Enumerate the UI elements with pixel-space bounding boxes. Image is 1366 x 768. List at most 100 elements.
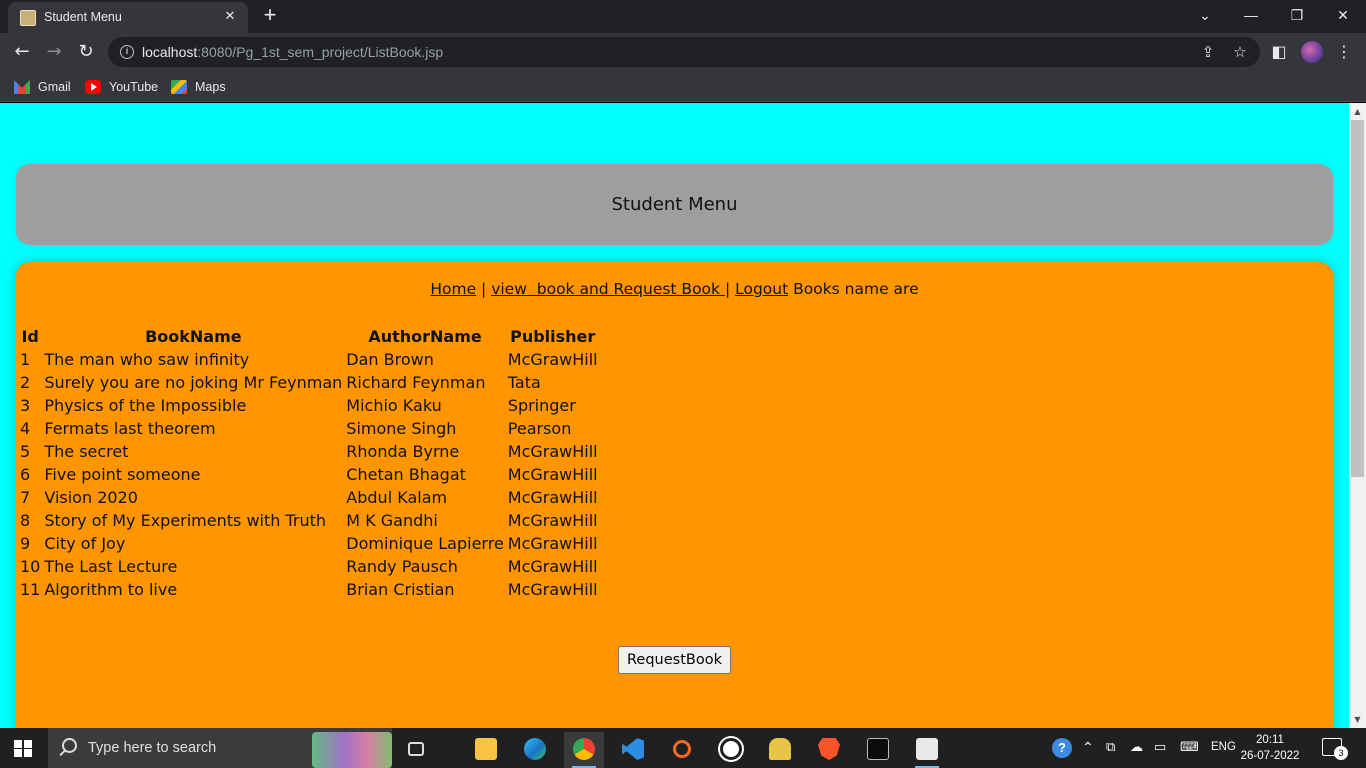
table-row: 5 The secret Rhonda Byrne McGrawHill <box>18 440 600 463</box>
java-icon[interactable] <box>907 732 947 768</box>
menu-icon[interactable]: ⋮ <box>1333 41 1355 63</box>
view-book-link[interactable]: view book and Request Book <box>491 280 725 298</box>
windows-taskbar: Type here to search ? ⌃ ⧉ ☁ ▭ ⌨ ENG 20:1… <box>0 728 1366 768</box>
logout-link[interactable]: Logout <box>735 280 788 298</box>
table-row: 4 Fermats last theorem Simone Singh Pearson <box>18 417 600 440</box>
maximize-button[interactable]: ❐ <box>1274 0 1320 33</box>
bookmark-star-icon[interactable]: ☆ <box>1229 41 1251 63</box>
nav-separator: | <box>476 280 492 298</box>
reload-icon[interactable]: ↻ <box>73 39 99 65</box>
cell-publisher: McGrawHill <box>507 488 598 507</box>
cell-id: 10 <box>20 557 41 576</box>
show-hidden-icons[interactable]: ⌃ <box>1082 739 1094 768</box>
table-row: 9 City of Joy Dominique Lapierre McGrawHill <box>18 532 600 555</box>
cell-id: 1 <box>20 350 31 369</box>
search-placeholder: Type here to search <box>88 740 217 756</box>
keyboard-icon[interactable]: ⌨ <box>1180 739 1199 768</box>
page-scrollbar[interactable]: ▲ ▼ <box>1349 103 1366 728</box>
whatsapp-icon[interactable] <box>711 732 751 768</box>
nav-links: Home | view book and Request Book | Logo… <box>16 280 1333 298</box>
cell-publisher: McGrawHill <box>507 534 598 553</box>
page-title: Student Menu <box>611 194 738 215</box>
table-row: 11 Algorithm to live Brian Cristian McGrawH… <box>18 578 600 601</box>
cell-id: 11 <box>20 580 41 599</box>
back-icon[interactable]: ← <box>9 39 35 65</box>
cell-authorname: Dominique Lapierre <box>346 534 504 553</box>
language-indicator[interactable]: ENG <box>1211 741 1236 753</box>
cell-authorname: Brian Cristian <box>346 580 455 599</box>
app-icon[interactable] <box>760 732 800 768</box>
browser-tab[interactable]: Student Menu ✕ <box>8 2 248 33</box>
cell-id: 6 <box>20 465 31 484</box>
address-bar[interactable]: i localhost:8080/Pg_1st_sem_project/List… <box>108 37 1260 67</box>
table-row: 3 Physics of the Impossible Michio Kaku Spr… <box>18 394 600 417</box>
profile-avatar[interactable] <box>1301 41 1323 63</box>
new-tab-button[interactable]: + <box>258 4 282 28</box>
scroll-down-icon[interactable]: ▼ <box>1349 711 1366 728</box>
youtube-icon <box>85 80 101 94</box>
table-row: 1 The man who saw infinity Dan Brown McGraw… <box>18 348 600 371</box>
cell-authorname: Chetan Bhagat <box>346 465 466 484</box>
brave-icon[interactable] <box>809 732 849 768</box>
cell-bookname: The Last Lecture <box>44 557 178 576</box>
home-link[interactable]: Home <box>430 280 476 298</box>
cell-bookname: The man who saw infinity <box>44 350 250 369</box>
cell-publisher: McGrawHill <box>507 557 598 576</box>
forward-icon[interactable]: → <box>41 39 67 65</box>
header-authorname: AuthorName <box>368 327 482 346</box>
onedrive-icon[interactable]: ☁ <box>1130 739 1143 768</box>
close-window-button[interactable]: ✕ <box>1320 0 1366 33</box>
taskbar-search[interactable]: Type here to search <box>48 728 392 768</box>
clock-date: 26-07-2022 <box>1240 750 1300 762</box>
cell-authorname: M K Gandhi <box>346 511 438 530</box>
notification-count: 3 <box>1334 746 1348 760</box>
request-book-button[interactable]: RequestBook <box>618 646 731 674</box>
eclipse-icon[interactable] <box>662 732 702 768</box>
cell-authorname: Michio Kaku <box>346 396 442 415</box>
search-highlight-image <box>312 732 392 768</box>
books-table: Id BookName AuthorName Publisher 1 The ma… <box>18 325 600 601</box>
cell-id: 8 <box>20 511 31 530</box>
cell-publisher: McGrawHill <box>507 442 598 461</box>
tab-title: Student Menu <box>44 10 122 24</box>
cell-bookname: Algorithm to live <box>44 580 178 599</box>
gmail-icon <box>14 80 30 94</box>
cell-bookname: Physics of the Impossible <box>44 396 247 415</box>
url-text[interactable]: localhost:8080/Pg_1st_sem_project/ListBo… <box>142 44 443 60</box>
side-panel-icon[interactable]: ◧ <box>1268 41 1290 63</box>
bookmark-maps[interactable]: Maps <box>171 77 226 97</box>
help-icon[interactable]: ? <box>1050 738 1074 758</box>
cell-bookname: Fermats last theorem <box>44 419 216 438</box>
cell-authorname: Rhonda Byrne <box>346 442 460 461</box>
cell-id: 5 <box>20 442 31 461</box>
site-info-icon[interactable]: i <box>120 45 134 59</box>
task-view-icon[interactable] <box>396 732 436 768</box>
windows-start-icon[interactable] <box>14 740 32 757</box>
table-row: 2 Surely you are no joking Mr Feynman Rich… <box>18 371 600 394</box>
clock-time: 20:11 <box>1256 734 1284 746</box>
terminal-icon[interactable] <box>858 732 898 768</box>
bookmark-youtube[interactable]: YouTube <box>85 77 158 97</box>
tab-close-icon[interactable]: ✕ <box>220 7 240 27</box>
cell-bookname: Surely you are no joking Mr Feynman <box>44 373 343 392</box>
cell-id: 7 <box>20 488 31 507</box>
table-row: 7 Vision 2020 Abdul Kalam McGrawHill <box>18 486 600 509</box>
browser-toolbar: ← → ↻ i localhost:8080/Pg_1st_sem_projec… <box>0 33 1366 71</box>
scroll-up-icon[interactable]: ▲ <box>1349 103 1366 120</box>
minimize-button[interactable]: — <box>1228 0 1274 33</box>
share-icon[interactable]: ⇪ <box>1197 41 1219 63</box>
meet-now-icon[interactable]: ⧉ <box>1106 739 1115 768</box>
cell-bookname: City of Joy <box>44 534 126 553</box>
cell-publisher: Springer <box>507 396 576 415</box>
cell-authorname: Richard Feynman <box>346 373 486 392</box>
scroll-thumb[interactable] <box>1351 120 1364 477</box>
system-clock[interactable]: 20:11 26-07-2022 <box>1240 732 1300 764</box>
file-explorer-icon[interactable] <box>466 732 506 768</box>
vscode-icon[interactable] <box>613 732 653 768</box>
edge-icon[interactable] <box>515 732 555 768</box>
battery-icon[interactable]: ▭ <box>1154 739 1166 768</box>
cell-id: 3 <box>20 396 31 415</box>
tab-search-icon[interactable]: ⌄ <box>1182 0 1228 33</box>
chrome-icon[interactable] <box>564 732 604 768</box>
bookmark-gmail[interactable]: Gmail <box>14 77 71 97</box>
